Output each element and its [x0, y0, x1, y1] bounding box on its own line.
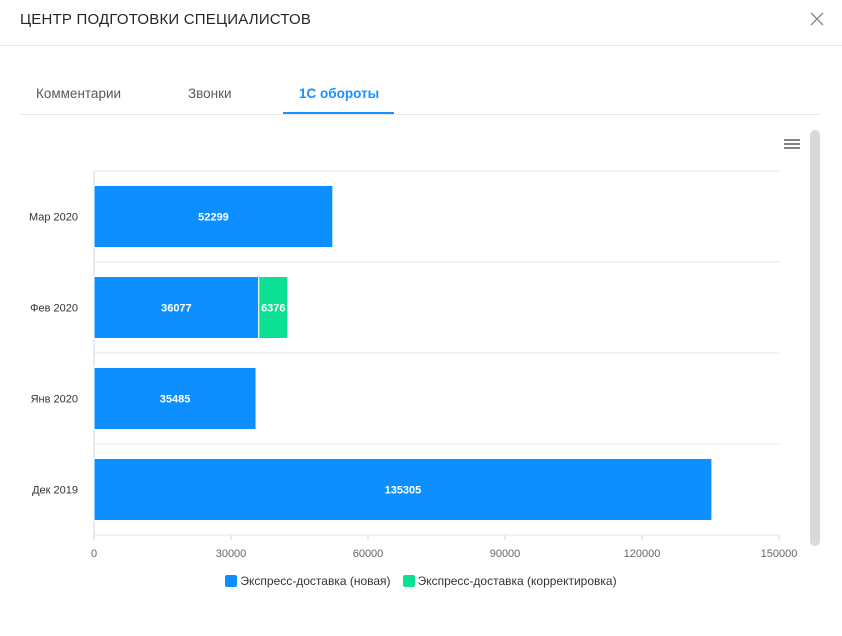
- x-tick-label: 150000: [761, 548, 798, 560]
- data-label: 35485: [160, 394, 191, 406]
- legend-swatch-new: [225, 575, 238, 587]
- category-label: Дек 2019: [32, 485, 78, 497]
- category-label: Фев 2020: [30, 303, 78, 315]
- x-tick-label: 90000: [490, 548, 521, 560]
- chart-legend: Экспресс-доставка (новая) Экспресс-доста…: [0, 572, 842, 590]
- legend-item-correction[interactable]: Экспресс-доставка (корректировка): [402, 572, 617, 590]
- category-label: Янв 2020: [31, 394, 78, 406]
- bar-chart: 0 30000 60000 90000 120000 150000 Мар 2020 5229…: [29, 170, 798, 560]
- legend-label-correction: Экспресс-доставка (корректировка): [417, 574, 617, 588]
- category-label: Мар 2020: [29, 212, 78, 224]
- x-tick-label: 60000: [353, 548, 384, 560]
- data-label: 52299: [198, 212, 229, 224]
- legend-item-new[interactable]: Экспресс-доставка (новая): [225, 572, 391, 590]
- data-label: 135305: [385, 485, 422, 497]
- data-label: 6376: [261, 303, 285, 315]
- x-tick-label: 0: [91, 548, 97, 560]
- data-label: 36077: [161, 303, 192, 315]
- x-tick-label: 30000: [216, 548, 247, 560]
- legend-swatch-correction: [402, 575, 415, 587]
- legend-label-new: Экспресс-доставка (новая): [240, 574, 391, 588]
- x-tick-label: 120000: [624, 548, 661, 560]
